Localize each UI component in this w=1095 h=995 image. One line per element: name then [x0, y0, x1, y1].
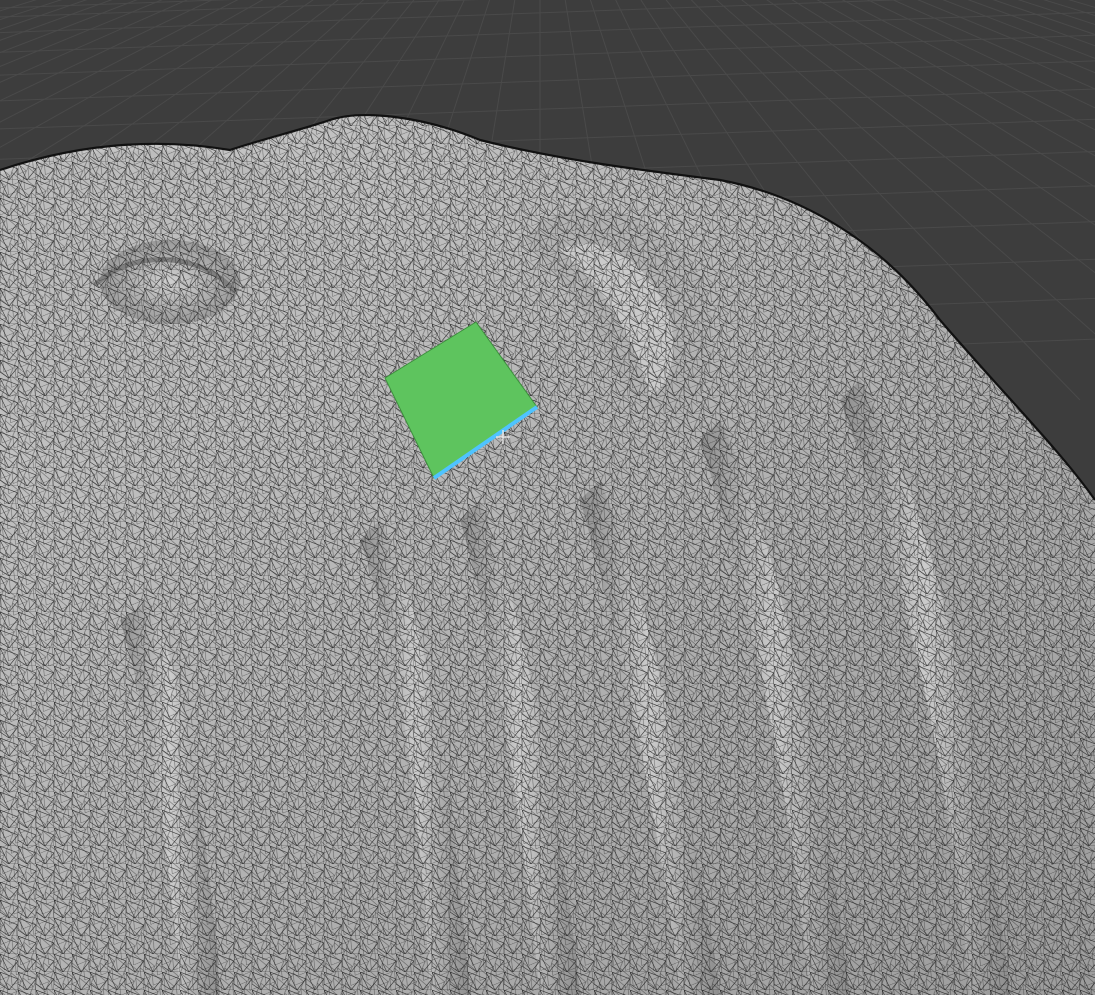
grid-line: [0, 0, 233, 9]
mesh-object[interactable]: [0, 114, 1095, 995]
grid-line: [1090, 0, 1095, 400]
3d-viewport[interactable]: [0, 0, 1095, 995]
mesh-wireframe-fine: [0, 115, 1095, 995]
grid-line: [0, 0, 480, 18]
grid-line: [0, 11, 1095, 53]
viewport-canvas[interactable]: [0, 0, 1095, 995]
